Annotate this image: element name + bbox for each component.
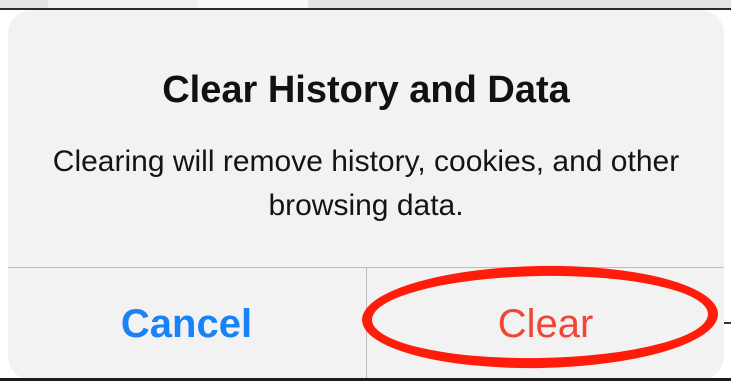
alert-title: Clear History and Data	[162, 69, 570, 111]
screenshot-stage: Clear History and Data Clearing will rem…	[0, 0, 731, 381]
alert-content: Clear History and Data Clearing will rem…	[8, 10, 724, 267]
cancel-button[interactable]: Cancel	[8, 268, 365, 380]
background-segment	[48, 0, 198, 8]
edge-mark	[724, 322, 731, 324]
clear-history-alert-dialog: Clear History and Data Clearing will rem…	[8, 10, 724, 380]
alert-message: Clearing will remove history, cookies, a…	[52, 145, 680, 222]
right-background-edge	[724, 10, 731, 381]
top-background-strip	[0, 0, 731, 10]
clear-button[interactable]: Clear	[367, 268, 724, 380]
background-segment	[198, 0, 308, 8]
